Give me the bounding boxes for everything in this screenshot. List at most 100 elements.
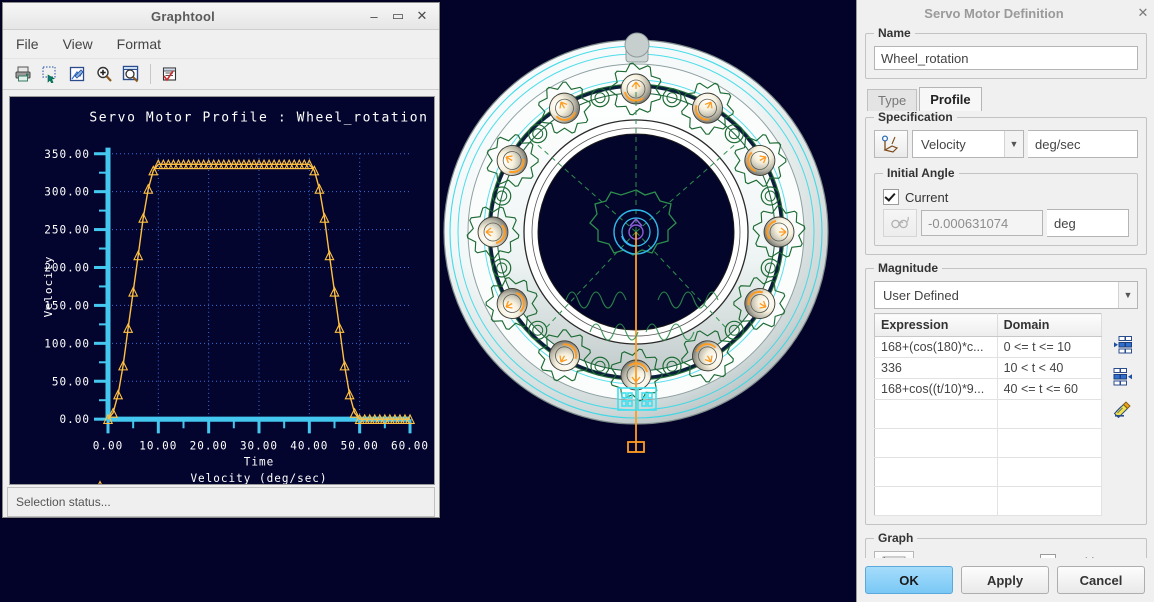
svg-text:Velocity (deg/sec): Velocity (deg/sec) <box>190 472 327 485</box>
cell-domain[interactable]: 40 <= t <= 60 <box>997 378 1103 400</box>
position-checkbox[interactable] <box>1040 554 1057 558</box>
specification-unit: deg/sec <box>1028 130 1138 158</box>
specification-type-row: Velocity ▼ deg/sec <box>874 130 1138 158</box>
gear-assembly-drawing <box>443 32 829 453</box>
magnitude-table-wrap: Expression Domain 168+(cos(180)*c... 0 <… <box>874 313 1138 516</box>
dialog-close-icon[interactable]: ✕ <box>1131 2 1154 24</box>
print-icon[interactable] <box>11 62 35 86</box>
graph-legend: Graph <box>878 531 914 545</box>
cell-domain[interactable]: 0 <= t <= 10 <box>997 336 1103 358</box>
graph-options-grid: In separate graphs Position Velocity Acc… <box>874 551 1138 558</box>
column-header-expression: Expression <box>874 313 998 337</box>
svg-text:0.00: 0.00 <box>60 413 90 426</box>
graphtool-titlebar[interactable]: Graphtool – ▭ ✕ <box>3 3 439 30</box>
table-empty-row[interactable] <box>874 399 1103 429</box>
magnitude-mode-value: User Defined <box>883 287 959 303</box>
menu-format[interactable]: Format <box>114 34 164 54</box>
table-empty-row[interactable] <box>874 486 1103 516</box>
graphtool-menubar: File View Format <box>3 30 439 59</box>
cancel-button[interactable]: Cancel <box>1057 566 1145 594</box>
tab-type[interactable]: Type <box>867 89 918 111</box>
insert-row-above-icon[interactable] <box>1112 335 1134 355</box>
graph-group: Graph <box>865 531 1147 558</box>
select-region-icon[interactable] <box>38 62 62 86</box>
table-header-row: Expression Domain <box>874 313 1103 337</box>
svg-text:60.00: 60.00 <box>391 439 429 452</box>
cell-domain[interactable]: 10 < t < 40 <box>997 357 1103 379</box>
servo-profile-chart[interactable]: Servo Motor Profile : Wheel_rotation 0.00… <box>9 96 435 492</box>
table-row-actions <box>1108 313 1138 516</box>
cell-expression[interactable]: 336 <box>874 357 998 379</box>
initial-angle-legend: Initial Angle <box>887 166 955 180</box>
ok-button[interactable]: OK <box>865 566 953 594</box>
svg-text:250.00: 250.00 <box>44 224 90 237</box>
initial-angle-input[interactable] <box>921 210 1043 236</box>
magnitude-mode-combo[interactable]: User Defined ▼ <box>874 281 1138 309</box>
chevron-down-icon[interactable]: ▼ <box>1118 282 1137 308</box>
servo-spec-icon[interactable] <box>874 130 908 158</box>
menu-file[interactable]: File <box>13 34 42 54</box>
graphtool-window[interactable]: Graphtool – ▭ ✕ File View Format Servo M… <box>2 2 440 518</box>
svg-text:40.00: 40.00 <box>290 439 328 452</box>
table-row[interactable]: 336 10 < t < 40 <box>874 357 1103 379</box>
graph-left-column: In separate graphs <box>874 551 1004 558</box>
edit-row-icon[interactable] <box>1112 399 1134 419</box>
table-row[interactable]: 168+(cos(180)*c... 0 <= t <= 10 <box>874 336 1103 358</box>
cell-expression[interactable]: 168+(cos(180)*c... <box>874 336 998 358</box>
maximize-button[interactable]: ▭ <box>387 6 409 26</box>
specification-type-combo[interactable]: Velocity ▼ <box>912 130 1024 158</box>
magnitude-legend: Magnitude <box>878 261 938 275</box>
initial-angle-group: Initial Angle Current d <box>874 166 1138 246</box>
svg-text:0.00: 0.00 <box>93 439 123 452</box>
table-empty-row[interactable] <box>874 428 1103 458</box>
dialog-footer: OK Apply Cancel <box>857 558 1154 602</box>
chevron-down-icon[interactable]: ▼ <box>1004 131 1023 157</box>
magnitude-group: Magnitude User Defined ▼ Expression Doma… <box>865 261 1147 525</box>
tab-profile[interactable]: Profile <box>919 87 982 111</box>
graphtool-plot-area: Servo Motor Profile : Wheel_rotation 0.00… <box>3 90 439 492</box>
properties-icon[interactable] <box>158 62 182 86</box>
apply-button[interactable]: Apply <box>961 566 1049 594</box>
initial-angle-value-row: deg <box>883 209 1129 237</box>
toolbar-separator <box>150 64 151 84</box>
svg-text:30.00: 30.00 <box>240 439 278 452</box>
dialog-title: Servo Motor Definition <box>924 5 1064 21</box>
column-header-domain: Domain <box>997 313 1103 337</box>
dialog-body: Name Type Profile Specification Vel <box>857 26 1154 558</box>
cell-expression[interactable]: 168+cos((t/10)*9... <box>874 378 998 400</box>
name-group: Name <box>865 26 1147 79</box>
minimize-button[interactable]: – <box>363 6 385 26</box>
zoom-in-icon[interactable] <box>92 62 116 86</box>
menu-view[interactable]: View <box>60 34 96 54</box>
svg-text:Velocity: Velocity <box>42 256 55 318</box>
current-checkbox[interactable] <box>883 189 899 205</box>
svg-text:Servo Motor Profile : Wheel_ro: Servo Motor Profile : Wheel_rotation <box>89 110 428 125</box>
graphtool-toolbar <box>3 59 439 90</box>
svg-text:100.00: 100.00 <box>44 337 90 350</box>
edit-chart-icon[interactable] <box>65 62 89 86</box>
close-button[interactable]: ✕ <box>411 6 433 26</box>
magnitude-table[interactable]: Expression Domain 168+(cos(180)*c... 0 <… <box>874 313 1103 516</box>
graph-plot-icon[interactable] <box>874 551 914 558</box>
table-empty-row[interactable] <box>874 457 1103 487</box>
initial-angle-unit: deg <box>1047 209 1129 237</box>
measure-angle-icon[interactable] <box>883 209 917 237</box>
current-label: Current <box>905 189 949 205</box>
profile-tabs: Type Profile <box>867 87 1147 111</box>
graphtool-window-buttons: – ▭ ✕ <box>363 6 439 26</box>
specification-type-value: Velocity <box>921 136 966 152</box>
graphtool-statusbar: Selection status... <box>7 487 435 517</box>
table-row[interactable]: 168+cos((t/10)*9... 40 <= t <= 60 <box>874 378 1103 400</box>
graph-right-column: Position Velocity Acceleration <box>1040 551 1138 558</box>
cad-viewport[interactable] <box>440 0 856 602</box>
zoom-window-icon[interactable] <box>119 62 143 86</box>
status-text: Selection status... <box>16 495 111 509</box>
svg-text:Time: Time <box>244 456 274 469</box>
servo-motor-definition-dialog[interactable]: Servo Motor Definition ✕ Name Type Profi… <box>856 0 1154 602</box>
svg-text:350.00: 350.00 <box>44 148 90 161</box>
name-input[interactable] <box>874 46 1138 70</box>
insert-row-below-icon[interactable] <box>1112 367 1134 387</box>
svg-text:20.00: 20.00 <box>190 439 228 452</box>
name-group-legend: Name <box>878 26 911 40</box>
svg-text:50.00: 50.00 <box>52 375 90 388</box>
